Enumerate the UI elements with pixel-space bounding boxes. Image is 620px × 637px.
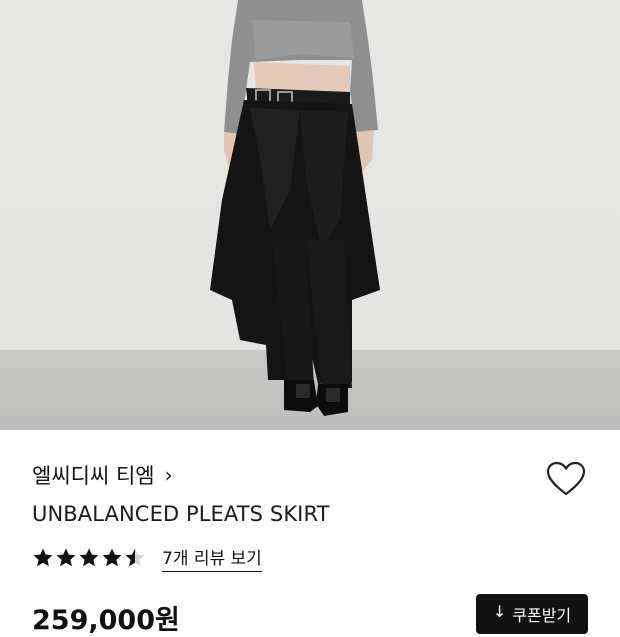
coupon-button[interactable]: ↓ 쿠폰받기	[476, 594, 588, 634]
star-icon	[125, 548, 145, 567]
star-icon	[79, 548, 99, 567]
coupon-label: 쿠폰받기	[512, 606, 572, 625]
star-icon	[102, 548, 122, 567]
model-illustration	[210, 0, 380, 416]
download-arrow-icon: ↓	[492, 602, 507, 621]
brand-link[interactable]: 엘씨디씨 티엠 ›	[32, 460, 173, 490]
chevron-right-icon: ›	[164, 463, 173, 487]
product-title: UNBALANCED PLEATS SKIRT	[32, 502, 330, 526]
star-icon	[56, 548, 76, 567]
star-icon	[33, 548, 53, 567]
brand-name: 엘씨디씨 티엠	[32, 464, 155, 488]
heart-outline-icon[interactable]	[546, 461, 586, 497]
product-info: 엘씨디씨 티엠 › UNBALANCED PLEATS SKIRT 7개 리뷰 …	[0, 430, 620, 636]
price: 259,000원	[32, 605, 180, 636]
rating-row: 7개 리뷰 보기	[32, 544, 262, 572]
star-rating	[32, 547, 146, 569]
product-image[interactable]	[0, 0, 620, 430]
review-link[interactable]: 7개 리뷰 보기	[162, 544, 262, 572]
